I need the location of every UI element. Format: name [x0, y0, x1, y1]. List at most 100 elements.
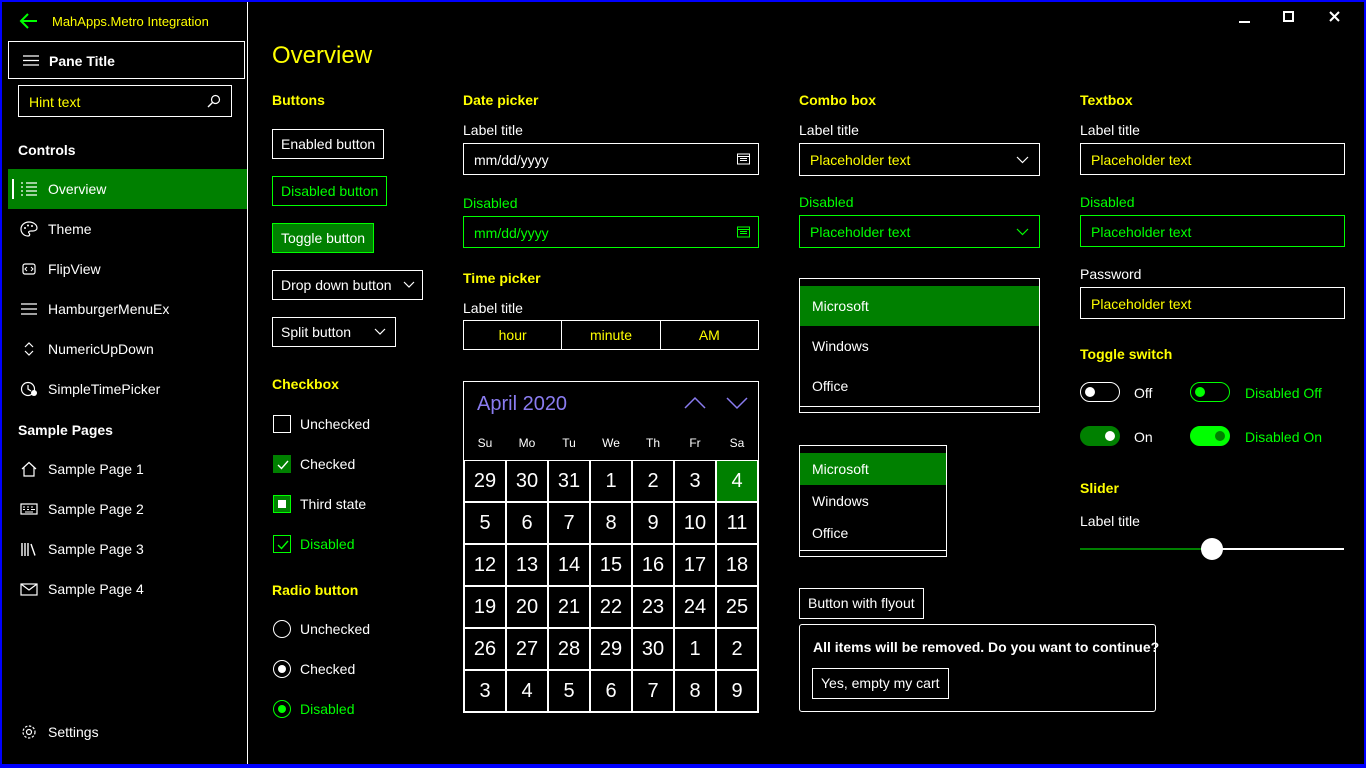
sidebar-item-sample-page-4[interactable]: Sample Page 4	[8, 569, 247, 609]
calendar-day[interactable]: 9	[716, 670, 758, 712]
calendar-day[interactable]: 13	[506, 544, 548, 586]
calendar-day[interactable]: 24	[674, 586, 716, 628]
calendar-day[interactable]: 20	[506, 586, 548, 628]
sidebar-item-overview[interactable]: Overview	[8, 169, 247, 209]
toggle-off[interactable]	[1080, 382, 1120, 402]
split-button[interactable]: Split button	[272, 317, 396, 347]
slider-thumb[interactable]	[1201, 538, 1223, 560]
calendar-icon[interactable]	[737, 153, 750, 165]
time-picker[interactable]: hour minute AM	[463, 320, 759, 350]
calendar-day[interactable]: 26	[464, 628, 506, 670]
toggle-disabled-on-label: Disabled On	[1245, 429, 1323, 445]
calendar-day[interactable]: 5	[464, 502, 506, 544]
sidebar-item-sample-page-2[interactable]: Sample Page 2	[8, 489, 247, 529]
pane-title-button[interactable]: Pane Title	[8, 41, 245, 79]
radio-checked[interactable]	[273, 660, 291, 678]
calendar-day[interactable]: 5	[548, 670, 590, 712]
calendar-day[interactable]: 3	[464, 670, 506, 712]
sidebar-item-sample-page-3[interactable]: Sample Page 3	[8, 529, 247, 569]
list-item[interactable]: Windows	[800, 326, 1039, 366]
calendar-day[interactable]: 1	[590, 460, 632, 502]
textbox-input[interactable]: Placeholder text	[1080, 143, 1345, 175]
calendar-day[interactable]: 18	[716, 544, 758, 586]
sidebar-item-flipview[interactable]: FlipView	[8, 249, 247, 289]
maximize-icon[interactable]	[1283, 11, 1295, 23]
search-input[interactable]: Hint text	[18, 85, 232, 117]
list-item[interactable]: Windows	[800, 485, 946, 517]
calendar-day[interactable]: 16	[632, 544, 674, 586]
checkbox-checked[interactable]	[273, 455, 291, 473]
calendar-day[interactable]: 21	[548, 586, 590, 628]
list-item[interactable]: Office	[800, 517, 946, 549]
calendar-day[interactable]: 2	[716, 628, 758, 670]
sidebar-item-numericupdown[interactable]: NumericUpDown	[8, 329, 247, 369]
list-item[interactable]: Microsoft	[800, 286, 1039, 326]
calendar-day[interactable]: 4	[506, 670, 548, 712]
time-picker-minute[interactable]: minute	[562, 321, 661, 349]
sidebar-item-theme[interactable]: Theme	[8, 209, 247, 249]
calendar-day[interactable]: 15	[590, 544, 632, 586]
sidebar-item-sample-page-1[interactable]: Sample Page 1	[8, 449, 247, 489]
toggle-button[interactable]: Toggle button	[272, 223, 375, 253]
calendar-day[interactable]: 31	[548, 460, 590, 502]
calendar-day[interactable]: 3	[674, 460, 716, 502]
calendar-day[interactable]: 1	[674, 628, 716, 670]
close-icon[interactable]	[1329, 11, 1341, 23]
calendar-day[interactable]: 29	[590, 628, 632, 670]
minimize-icon[interactable]	[1239, 16, 1251, 28]
list-item-label: Microsoft	[812, 298, 869, 314]
date-picker-input[interactable]: mm/dd/yyyy	[463, 143, 759, 175]
sidebar-item-simpletimepicker[interactable]: SimpleTimePicker	[8, 369, 247, 409]
date-picker-label: Label title	[463, 122, 523, 138]
chevron-down-icon[interactable]	[374, 328, 386, 336]
toggle-on[interactable]	[1080, 426, 1120, 446]
mail-icon	[20, 583, 38, 596]
calendar-day[interactable]: 6	[506, 502, 548, 544]
calendar-day[interactable]: 12	[464, 544, 506, 586]
flyout-button[interactable]: Button with flyout	[799, 588, 924, 619]
calendar-day[interactable]: 2	[632, 460, 674, 502]
calendar-day[interactable]: 29	[464, 460, 506, 502]
calendar-day[interactable]: 11	[716, 502, 758, 544]
combo-box[interactable]: Placeholder text	[799, 143, 1040, 176]
list-divider	[800, 406, 1039, 407]
search-icon[interactable]	[207, 94, 221, 108]
calendar-day[interactable]: 10	[674, 502, 716, 544]
calendar-day[interactable]: 28	[548, 628, 590, 670]
chevron-down-icon[interactable]	[726, 396, 748, 410]
calendar-day[interactable]: 4	[716, 460, 758, 502]
back-arrow-icon[interactable]	[18, 10, 40, 32]
calendar-day[interactable]: 8	[590, 502, 632, 544]
time-picker-hour[interactable]: hour	[464, 321, 563, 349]
calendar-day[interactable]: 8	[674, 670, 716, 712]
list-box: Microsoft Windows Office	[799, 278, 1040, 413]
calendar-day[interactable]: 14	[548, 544, 590, 586]
calendar-day[interactable]: 30	[632, 628, 674, 670]
empty-cart-button[interactable]: Yes, empty my cart	[812, 668, 949, 699]
calendar-day[interactable]: 6	[590, 670, 632, 712]
dropdown-button[interactable]: Drop down button	[272, 270, 423, 300]
calendar-day[interactable]: 23	[632, 586, 674, 628]
checkbox-third-state[interactable]	[273, 495, 291, 513]
sidebar-item-hamburgermenuex[interactable]: HamburgerMenuEx	[8, 289, 247, 329]
calendar-day[interactable]: 9	[632, 502, 674, 544]
sidebar-item-settings[interactable]: Settings	[8, 712, 247, 752]
calendar-day[interactable]: 25	[716, 586, 758, 628]
slider[interactable]	[1080, 538, 1344, 560]
list-item[interactable]: Office	[800, 366, 1039, 406]
calendar-month[interactable]: April 2020	[477, 393, 567, 416]
radio-unchecked[interactable]	[273, 620, 291, 638]
list-item[interactable]: Microsoft	[800, 453, 946, 485]
calendar-day[interactable]: 17	[674, 544, 716, 586]
enabled-button[interactable]: Enabled button	[272, 129, 385, 159]
time-picker-ampm[interactable]: AM	[661, 321, 758, 349]
calendar-day[interactable]: 19	[464, 586, 506, 628]
calendar-day[interactable]: 7	[632, 670, 674, 712]
checkbox-unchecked[interactable]	[273, 415, 291, 433]
calendar-day[interactable]: 27	[506, 628, 548, 670]
calendar-day[interactable]: 22	[590, 586, 632, 628]
calendar-day[interactable]: 7	[548, 502, 590, 544]
calendar-day[interactable]: 30	[506, 460, 548, 502]
chevron-up-icon[interactable]	[684, 396, 706, 410]
password-input[interactable]: Placeholder text	[1080, 287, 1345, 319]
